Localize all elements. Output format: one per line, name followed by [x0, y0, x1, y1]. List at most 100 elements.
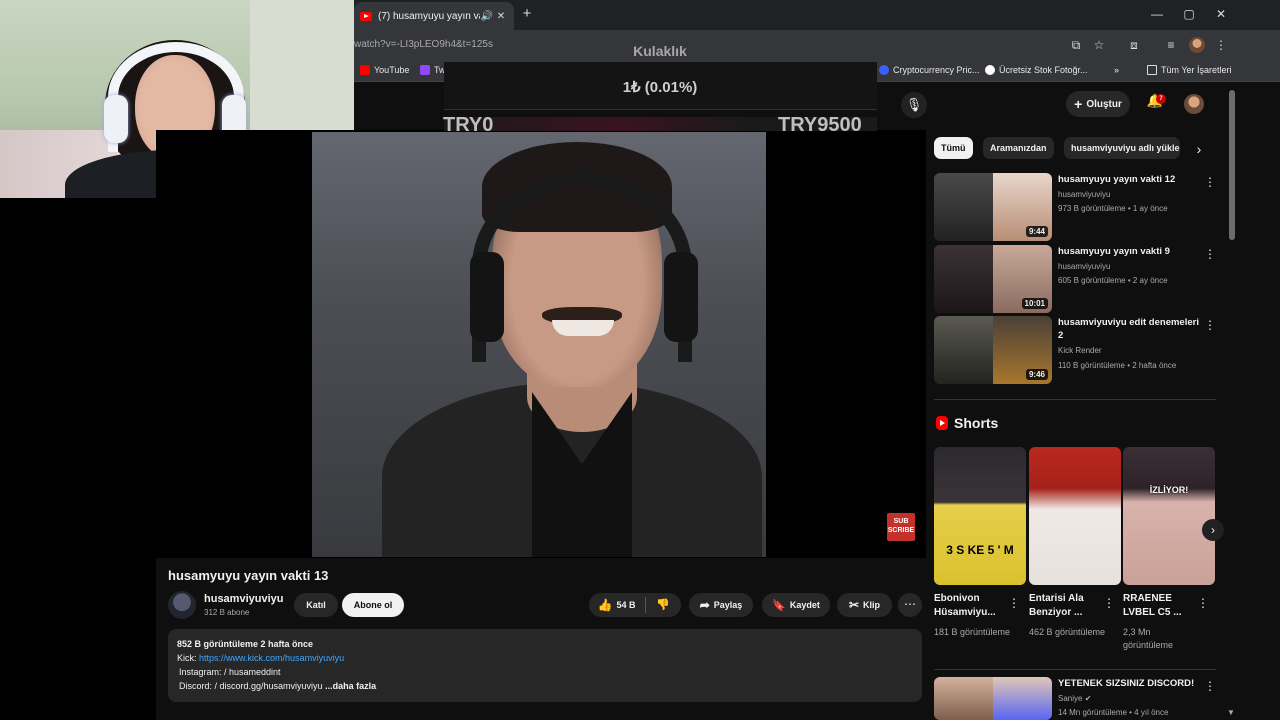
- rec-channel[interactable]: husamviyuviyu: [1058, 190, 1110, 199]
- tab-title: (7) husamyuyu yayın vakti 1: [378, 10, 480, 22]
- rec-channel[interactable]: husamviyuviyu: [1058, 262, 1110, 271]
- goal-label: Kulaklık: [633, 43, 687, 59]
- more-vert-icon[interactable]: ⋮: [1204, 248, 1216, 260]
- rec-title[interactable]: YETENEK SIZSINIZ DISCORD!: [1058, 677, 1203, 690]
- new-tab-button[interactable]: +: [518, 5, 536, 23]
- profile-icon[interactable]: [1188, 36, 1206, 54]
- channel-name[interactable]: husamviyuviyu: [204, 593, 283, 605]
- create-button[interactable]: + Oluştur: [1066, 91, 1130, 117]
- short-views: 2,3 Mn görüntüleme: [1123, 627, 1174, 650]
- youtube-favicon-icon: [360, 11, 372, 21]
- thumbs-up-icon: 👍: [597, 598, 613, 612]
- share-button[interactable]: ➦ Paylaş: [689, 593, 753, 617]
- scrollbar-thumb[interactable]: [1229, 90, 1235, 240]
- more-horiz-icon: ⋯: [904, 597, 916, 611]
- maximize-button[interactable]: ▢: [1174, 4, 1204, 24]
- short-thumbnail[interactable]: İZLİYOR!: [1123, 447, 1215, 585]
- goal-max: TRY9500: [778, 114, 862, 136]
- chevron-right-icon[interactable]: ›: [1202, 519, 1224, 541]
- voice-search-icon[interactable]: 🎙: [901, 92, 927, 118]
- subscriber-count: 312 B abone: [204, 608, 250, 617]
- shorts-icon: [936, 416, 948, 430]
- minimize-button[interactable]: —: [1142, 4, 1172, 24]
- short-title[interactable]: Ebonivon Hüsamviyu...: [934, 592, 1008, 620]
- more-vert-icon[interactable]: ⋮: [1197, 597, 1209, 609]
- plus-icon: +: [1074, 96, 1083, 112]
- more-vert-icon[interactable]: ⋮: [1103, 597, 1115, 609]
- short-views: 462 B görüntüleme: [1029, 627, 1106, 637]
- rec-title[interactable]: husamyuyu yayın vakti 9: [1058, 245, 1203, 258]
- description-kick-line: Kick: https://www.kick.com/husamviyuviyu: [177, 653, 345, 663]
- address-bar[interactable]: watch?v=-LI3pLEO9h4&t=125s: [354, 34, 1114, 56]
- short-title[interactable]: Entarisi Ala Benziyor ...: [1029, 592, 1103, 620]
- description-stats: 852 B görüntüleme 2 hafta önce: [177, 639, 314, 649]
- short-overlay-text: İZLİYOR!: [1149, 485, 1189, 495]
- kick-link[interactable]: https://www.kick.com/husamviyuviyu: [199, 653, 344, 663]
- account-avatar[interactable]: [1184, 94, 1204, 114]
- chip-channel-uploads[interactable]: husamviyuviyu adlı yükle: [1064, 137, 1180, 159]
- rec-thumbnail[interactable]: [934, 677, 1052, 720]
- speaker-icon[interactable]: 🔊: [480, 11, 494, 22]
- notifications-badge: 7: [1156, 94, 1166, 104]
- bookmark-star-icon[interactable]: ☆: [1090, 36, 1108, 54]
- bookmark-icon: 🔖: [772, 599, 786, 612]
- description-discord-line: Discord: / discord.gg/husamviyuviyu ...d…: [179, 681, 377, 691]
- bookmark-stock-photo[interactable]: Ücretsiz Stok Fotoğr...: [985, 62, 1088, 78]
- rec-meta: 110 B görüntüleme • 2 hafta önce: [1058, 361, 1177, 370]
- browser-menu-icon[interactable]: ⋮: [1212, 36, 1230, 54]
- chip-from-search[interactable]: Aramanızdan: [983, 137, 1054, 159]
- scroll-down-icon[interactable]: ▼: [1227, 708, 1235, 717]
- rec-thumbnail[interactable]: 9:44: [934, 173, 1052, 241]
- rec-channel[interactable]: Saniye ✔: [1058, 694, 1091, 703]
- chip-all[interactable]: Tümü: [934, 137, 973, 159]
- more-vert-icon[interactable]: ⋮: [1204, 176, 1216, 188]
- subscribe-button[interactable]: Abone ol: [342, 593, 404, 617]
- video-frame[interactable]: [312, 132, 766, 557]
- bookmark-youtube[interactable]: YouTube: [360, 62, 409, 78]
- save-button[interactable]: 🔖 Kaydet: [762, 593, 830, 617]
- stock-photo-icon: [985, 65, 995, 75]
- rec-duration: 9:46: [1025, 369, 1048, 380]
- more-actions-button[interactable]: ⋯: [898, 593, 922, 617]
- rec-channel[interactable]: Kick Render: [1058, 346, 1102, 355]
- rec-duration: 9:44: [1025, 226, 1048, 237]
- show-more-link[interactable]: ...daha fazla: [325, 681, 376, 691]
- goal-progress-value: 1₺ (0.01%): [622, 79, 698, 96]
- short-title[interactable]: RRAENEE LVBEL C5 ...: [1123, 592, 1197, 620]
- divider: [934, 399, 1216, 400]
- rec-title[interactable]: husamviyuviyu edit denemeleri 2: [1058, 316, 1203, 342]
- extensions-icon[interactable]: ⧈: [1125, 36, 1143, 54]
- all-bookmarks-folder[interactable]: Tüm Yer İşaretleri: [1147, 62, 1232, 78]
- description-instagram: Instagram: / husameddint: [179, 667, 281, 677]
- channel-avatar[interactable]: [168, 591, 196, 619]
- join-button[interactable]: Katıl: [294, 593, 338, 617]
- more-vert-icon[interactable]: ⋮: [1008, 597, 1020, 609]
- close-window-button[interactable]: ✕: [1206, 4, 1236, 24]
- rec-thumbnail[interactable]: 10:01: [934, 245, 1052, 313]
- rec-thumbnail[interactable]: 9:46: [934, 316, 1052, 384]
- dislike-button[interactable]: 👎: [648, 593, 678, 617]
- like-button[interactable]: 👍 54 B: [589, 593, 644, 617]
- verified-icon: ✔: [1084, 694, 1092, 703]
- goal-min: TRY0: [443, 114, 494, 136]
- more-vert-icon[interactable]: ⋮: [1204, 680, 1216, 692]
- short-thumbnail[interactable]: 3 S KE 5 ' M: [934, 447, 1026, 585]
- chevron-right-icon[interactable]: ›: [1190, 140, 1208, 158]
- media-control-icon[interactable]: ≡: [1162, 36, 1180, 54]
- clip-button[interactable]: ✂ Klip: [837, 593, 892, 617]
- tab-close-icon[interactable]: ✕: [494, 11, 508, 22]
- thumbs-down-icon: 👎: [656, 599, 670, 611]
- short-thumbnail[interactable]: [1029, 447, 1121, 585]
- shorts-heading: Shorts: [936, 415, 998, 431]
- subscribe-watermark[interactable]: SUB SCRIBE: [887, 513, 915, 541]
- rec-meta: 14 Mn görüntüleme • 4 yıl önce: [1058, 708, 1169, 717]
- more-vert-icon[interactable]: ⋮: [1204, 319, 1216, 331]
- bookmarks-overflow-button[interactable]: »: [1114, 62, 1119, 78]
- description-box[interactable]: 852 B görüntüleme 2 hafta önce Kick: htt…: [168, 629, 922, 702]
- share-icon: ➦: [699, 598, 710, 612]
- bookmark-twitch[interactable]: Tw: [420, 62, 446, 78]
- rec-title[interactable]: husamyuyu yayın vakti 12: [1058, 173, 1203, 186]
- install-app-icon[interactable]: ⧉: [1067, 36, 1085, 54]
- bookmark-coinmarketcap[interactable]: Cryptocurrency Pric...: [879, 62, 980, 78]
- browser-tab-active[interactable]: (7) husamyuyu yayın vakti 1 🔊 ✕: [354, 2, 514, 30]
